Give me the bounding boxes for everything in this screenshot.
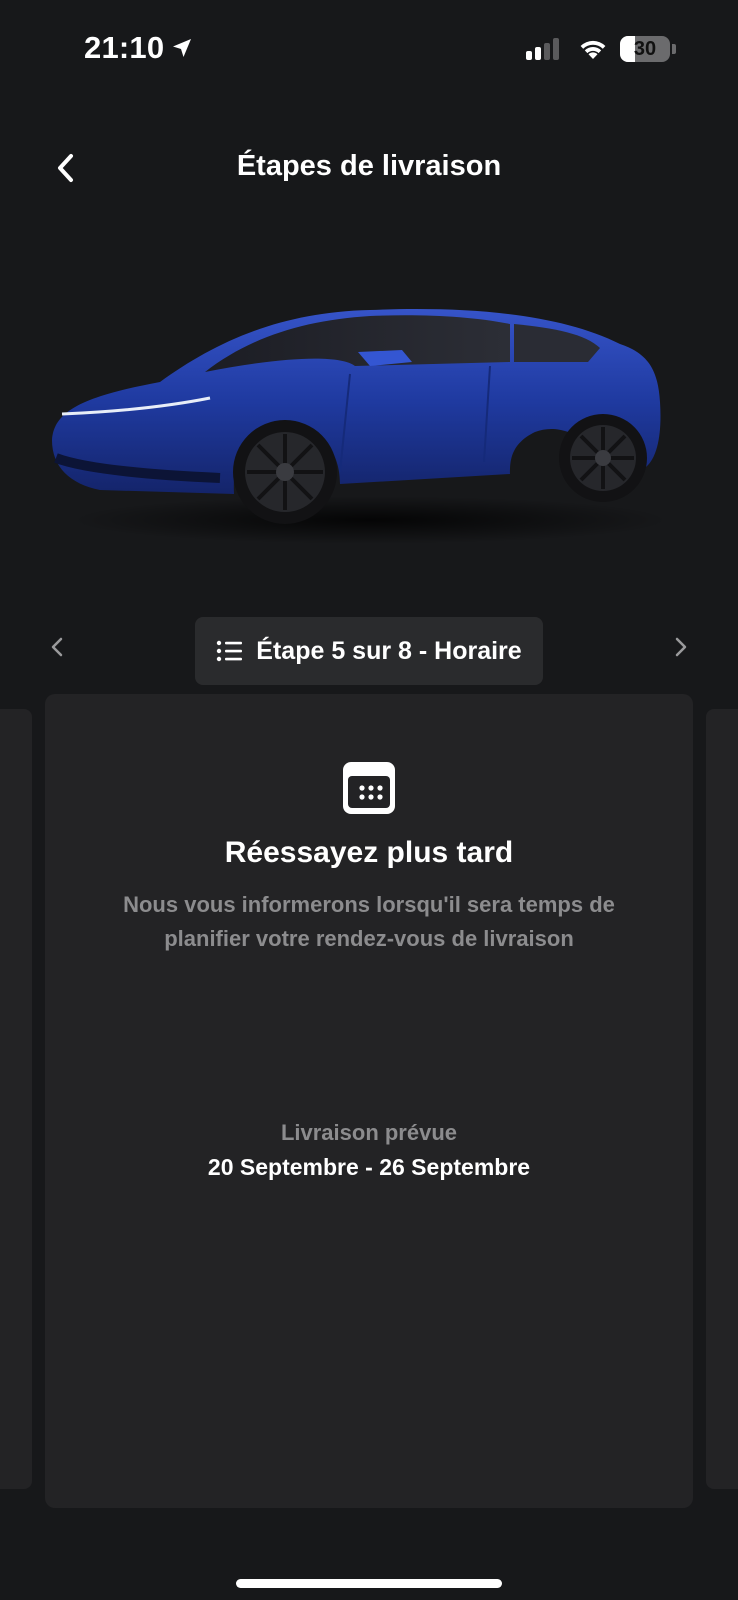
status-bar-time: 21:10 — [84, 30, 194, 66]
next-step-button[interactable] — [666, 632, 696, 662]
battery-level: 30 — [633, 38, 657, 60]
wifi-icon — [580, 40, 606, 59]
delivery-dates: 20 Septembre - 26 Septembre — [207, 1154, 531, 1180]
step-label: Étape 5 sur 8 - Horaire — [256, 636, 522, 665]
chevron-right-icon — [675, 637, 687, 657]
battery-icon: 30 — [620, 36, 670, 62]
car-image — [52, 309, 670, 544]
card-title: Réessayez plus tard — [224, 836, 514, 869]
chevron-left-icon — [51, 637, 63, 657]
card-message: Nous vous informerons lorsqu'il sera tem… — [123, 892, 615, 951]
cellular-signal-icon — [526, 38, 562, 60]
step-selector-button[interactable]: Étape 5 sur 8 - Horaire — [195, 617, 543, 685]
previous-step-card-peek[interactable] — [0, 709, 32, 1489]
previous-step-button[interactable] — [42, 632, 72, 662]
location-arrow-icon — [173, 39, 192, 57]
calendar-icon — [343, 762, 395, 814]
status-bar-indicators: 30 — [526, 36, 676, 62]
time-text: 21:10 — [84, 30, 165, 65]
page-title: Étapes de livraison — [236, 150, 502, 182]
next-step-card-peek[interactable] — [706, 709, 738, 1489]
list-icon — [217, 640, 243, 662]
delivery-label: Livraison prévue — [280, 1120, 458, 1145]
step-card: Réessayez plus tard Nous vous informeron… — [45, 694, 693, 1508]
home-indicator[interactable] — [236, 1579, 502, 1588]
